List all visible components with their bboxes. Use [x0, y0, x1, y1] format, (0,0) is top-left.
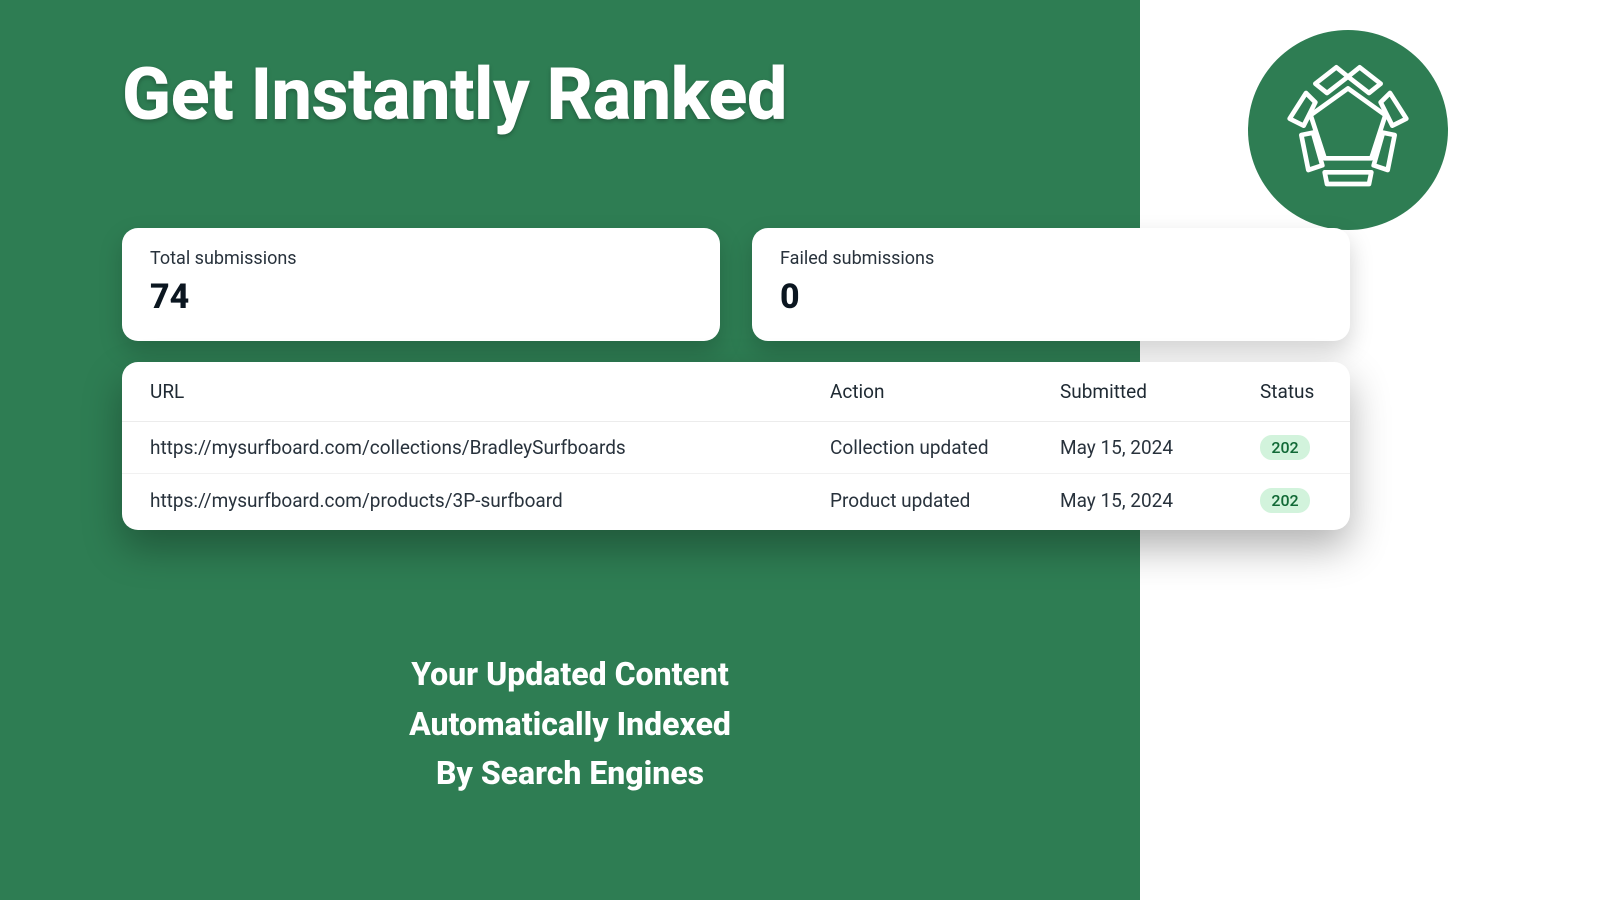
metrics-row: Total submissions 74 Failed submissions …	[122, 228, 1350, 341]
cell-action: Product updated	[830, 489, 1060, 512]
status-badge: 202	[1260, 488, 1310, 513]
cell-action: Collection updated	[830, 436, 1060, 459]
metric-card-failed: Failed submissions 0	[752, 228, 1350, 341]
metric-label: Total submissions	[150, 248, 692, 269]
tagline-line: Automatically Indexed	[0, 700, 1140, 750]
col-url: URL	[150, 380, 830, 403]
pentagon-icon	[1278, 58, 1418, 202]
metric-label: Failed submissions	[780, 248, 1322, 269]
col-status: Status	[1260, 380, 1350, 403]
metric-value: 74	[150, 277, 692, 317]
col-submitted: Submitted	[1060, 380, 1260, 403]
cell-url: https://mysurfboard.com/collections/Brad…	[150, 436, 830, 459]
tagline-line: Your Updated Content	[0, 650, 1140, 700]
submissions-table: URL Action Submitted Status https://mysu…	[122, 362, 1350, 530]
col-action: Action	[830, 380, 1060, 403]
tagline-line: By Search Engines	[0, 749, 1140, 799]
cell-url: https://mysurfboard.com/products/3P-surf…	[150, 489, 830, 512]
page-title: Get Instantly Ranked	[122, 52, 787, 137]
metric-value: 0	[780, 277, 1322, 317]
table-row: https://mysurfboard.com/products/3P-surf…	[122, 474, 1350, 526]
tagline: Your Updated Content Automatically Index…	[0, 650, 1140, 799]
metric-card-total: Total submissions 74	[122, 228, 720, 341]
table-row: https://mysurfboard.com/collections/Brad…	[122, 422, 1350, 474]
cell-submitted: May 15, 2024	[1060, 489, 1260, 512]
cell-status: 202	[1260, 435, 1350, 460]
brand-logo	[1248, 30, 1448, 230]
status-badge: 202	[1260, 435, 1310, 460]
cell-status: 202	[1260, 488, 1350, 513]
cell-submitted: May 15, 2024	[1060, 436, 1260, 459]
table-header-row: URL Action Submitted Status	[122, 362, 1350, 422]
